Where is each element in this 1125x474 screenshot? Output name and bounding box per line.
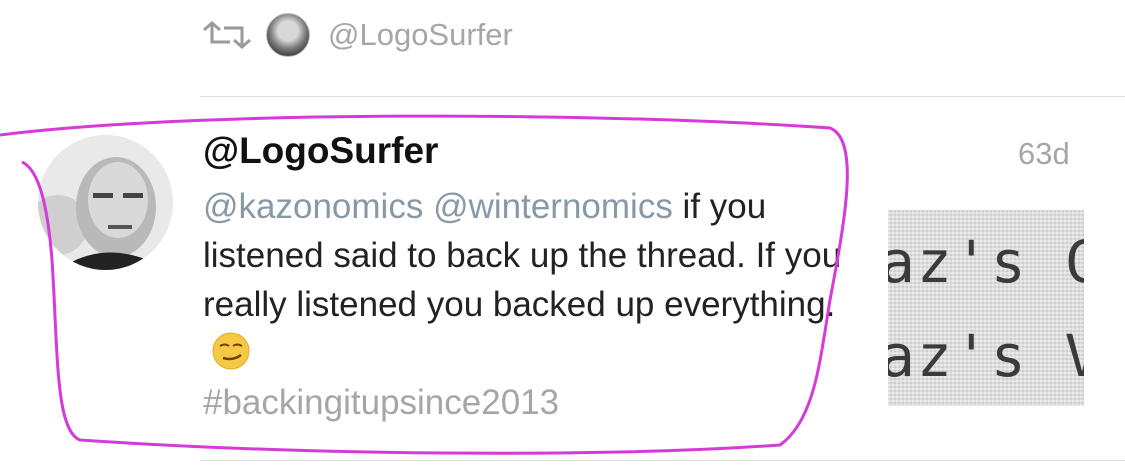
tweet-age: 63d [1018, 136, 1070, 171]
tweet-author-handle[interactable]: @LogoSurfer [203, 130, 438, 172]
divider [200, 96, 1125, 97]
tweet-body: @kazonomics @winternomics if you listene… [203, 182, 843, 427]
mention-link[interactable]: @winternomics [433, 187, 673, 226]
divider [200, 460, 1125, 461]
retweeter-handle[interactable]: @LogoSurfer [328, 17, 513, 53]
avatar[interactable] [38, 135, 173, 270]
smirking-face-icon [211, 331, 251, 371]
thumbnail-text: az's V [888, 322, 1084, 390]
retweet-row[interactable]: @LogoSurfer [200, 10, 513, 60]
retweet-icon [200, 20, 258, 50]
retweeter-avatar[interactable] [266, 13, 310, 57]
media-thumbnail[interactable]: az's C az's V [888, 210, 1084, 406]
mention-link[interactable]: @kazonomics [203, 187, 423, 226]
tweet-text-line1: if [672, 187, 701, 226]
thumbnail-text: az's C [888, 228, 1084, 296]
hashtag-link[interactable]: #backingitupsince2013 [203, 383, 559, 422]
